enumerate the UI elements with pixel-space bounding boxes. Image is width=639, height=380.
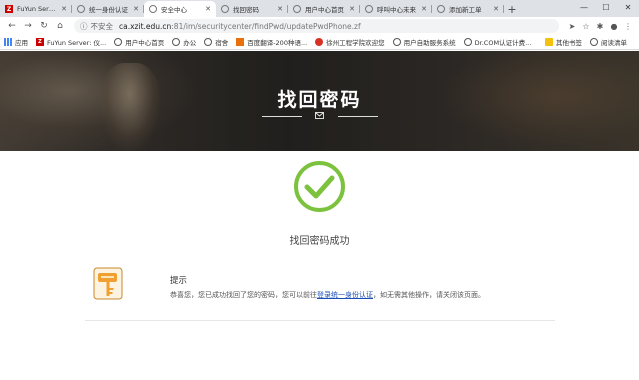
globe-icon bbox=[221, 5, 229, 13]
bookmark-drcom[interactable]: Dr.COM认证计费... bbox=[463, 37, 532, 47]
tab-label: 找回密码 bbox=[233, 6, 259, 14]
tip-title: 提示 bbox=[170, 276, 188, 286]
maximize-icon[interactable]: ☐ bbox=[595, 0, 617, 14]
tab-label: 添加新工单 bbox=[449, 6, 482, 14]
login-sso-link[interactable]: 登录统一身份认证 bbox=[317, 291, 373, 299]
reading-list-icon bbox=[590, 38, 598, 46]
z-icon: Z bbox=[5, 5, 13, 13]
globe-icon bbox=[149, 5, 157, 13]
bookmark-label: 徐州工程学院欢迎您 bbox=[326, 39, 385, 47]
globe-icon bbox=[204, 38, 213, 46]
bookmark-xzit[interactable]: 徐州工程学院欢迎您 bbox=[315, 37, 385, 47]
tab-strip: Z FuYun Server: ✕ 统一身份认证 ✕ 安全中心 ✕ 找回密码 ✕… bbox=[0, 0, 639, 17]
header-banner: 找回密码 bbox=[0, 51, 639, 151]
url-host: ca.xzit.edu.cn bbox=[119, 21, 172, 31]
tip-text: 恭喜您，您已成功找回了您的密码，您可以前往登录统一身份认证，如无需其他操作，请关… bbox=[170, 290, 485, 300]
address-bar[interactable]: ⓘ 不安全 ca.xzit.edu.cn :81/im/securitycent… bbox=[74, 19, 559, 33]
globe-icon bbox=[293, 5, 301, 13]
bookmark-reading-list[interactable]: 阅读清单 bbox=[590, 37, 627, 47]
school-icon bbox=[315, 38, 324, 46]
tab-new-ticket[interactable]: 添加新工单 ✕ bbox=[432, 1, 504, 17]
close-window-icon[interactable]: ✕ bbox=[617, 0, 639, 14]
z-icon: Z bbox=[36, 38, 44, 46]
bookmark-label: 用户自助服务系统 bbox=[403, 39, 456, 47]
apps-grid-icon bbox=[4, 38, 12, 46]
globe-icon bbox=[365, 5, 373, 13]
star-icon[interactable]: ☆ bbox=[579, 18, 593, 34]
envelope-icon bbox=[315, 112, 324, 119]
bookmark-label: Dr.COM认证计费... bbox=[474, 39, 532, 47]
minimize-icon[interactable]: — bbox=[573, 0, 595, 14]
bookmark-fuyun[interactable]: Z FuYun Server: 仪... bbox=[36, 37, 106, 47]
drcom-icon bbox=[463, 38, 472, 46]
folder-icon bbox=[545, 38, 553, 46]
url-path: :81/im/securitycenter/findPwd/updatePwdP… bbox=[171, 21, 361, 31]
bookmark-dorm[interactable]: 宿舍 bbox=[204, 37, 228, 47]
tab-label: 呼叫中心未来 bbox=[377, 6, 416, 14]
bookmark-self-service[interactable]: 用户自助服务系统 bbox=[392, 37, 456, 47]
bookmark-label: 其他书签 bbox=[556, 39, 582, 47]
tip-text-after: ，如无需其他操作，请关闭该页面。 bbox=[373, 291, 485, 299]
new-tab-button[interactable]: + bbox=[504, 1, 520, 17]
success-message: 找回密码成功 bbox=[289, 236, 350, 247]
send-icon[interactable]: ➤ bbox=[565, 18, 579, 34]
bookmark-label: 办公 bbox=[183, 39, 197, 47]
browser-toolbar: ← → ↻ ⌂ ⓘ 不安全 ca.xzit.edu.cn :81/im/secu… bbox=[0, 17, 639, 35]
tab-call-center[interactable]: 呼叫中心未来 ✕ bbox=[360, 1, 432, 17]
tab-unified-auth[interactable]: 统一身份认证 ✕ bbox=[72, 1, 144, 17]
tip-text-before: 恭喜您，您已成功找回了您的密码，您可以前往 bbox=[170, 291, 317, 299]
home-icon[interactable]: ⌂ bbox=[52, 18, 68, 34]
bookmark-label: 用户中心首页 bbox=[125, 39, 165, 47]
tab-label: 用户中心首页 bbox=[305, 6, 344, 14]
globe-icon bbox=[77, 5, 85, 13]
globe-icon bbox=[392, 38, 401, 46]
back-icon[interactable]: ← bbox=[4, 18, 20, 34]
tab-label: FuYun Server: bbox=[17, 5, 59, 13]
bookmark-label: 应用 bbox=[15, 39, 28, 47]
divider bbox=[338, 116, 378, 117]
tab-label: 安全中心 bbox=[161, 6, 187, 14]
close-icon[interactable]: ✕ bbox=[205, 5, 211, 13]
tab-label: 统一身份认证 bbox=[89, 6, 128, 14]
globe-icon bbox=[172, 38, 181, 46]
bookmark-office[interactable]: 办公 bbox=[172, 37, 196, 47]
bookmark-baidu-translate[interactable]: 百度翻译-200种语... bbox=[236, 37, 307, 47]
tab-fuyun[interactable]: Z FuYun Server: ✕ bbox=[0, 1, 72, 17]
globe-icon bbox=[114, 38, 123, 46]
bookmark-label: 宿舍 bbox=[215, 39, 229, 47]
window-controls: — ☐ ✕ bbox=[573, 0, 639, 14]
divider bbox=[262, 116, 302, 117]
bookmark-user-center[interactable]: 用户中心首页 bbox=[114, 37, 164, 47]
bookmark-label: FuYun Server: 仪... bbox=[47, 39, 107, 47]
reload-icon[interactable]: ↻ bbox=[36, 18, 52, 34]
security-label: 不安全 bbox=[90, 21, 114, 31]
warning-icon[interactable]: ⓘ bbox=[80, 21, 88, 32]
translate-icon bbox=[236, 38, 245, 46]
tab-user-center[interactable]: 用户中心首页 ✕ bbox=[288, 1, 360, 17]
forward-icon[interactable]: → bbox=[20, 18, 36, 34]
tab-security-center[interactable]: 安全中心 ✕ bbox=[144, 1, 216, 17]
key-icon bbox=[93, 267, 123, 300]
check-circle-icon bbox=[294, 161, 345, 212]
close-icon[interactable]: ✕ bbox=[421, 5, 427, 13]
close-icon[interactable]: ✕ bbox=[493, 5, 499, 13]
bookmark-label: 百度翻译-200种语... bbox=[247, 39, 308, 47]
bookmark-label: 阅读清单 bbox=[601, 39, 627, 47]
close-icon[interactable]: ✕ bbox=[349, 5, 355, 13]
page-title: 找回密码 bbox=[277, 89, 362, 111]
bookmark-other[interactable]: 其他书签 bbox=[545, 37, 582, 47]
tab-find-password[interactable]: 找回密码 ✕ bbox=[216, 1, 288, 17]
divider bbox=[85, 320, 555, 321]
globe-icon bbox=[437, 5, 445, 13]
extensions-icon[interactable]: ✱ bbox=[593, 18, 607, 34]
page-content: 找回密码 找回密码成功 提示 恭喜您，您已成功找回了您的密码，您可以前往登录统一… bbox=[0, 51, 639, 380]
bookmarks-bar: 应用 Z FuYun Server: 仪... 用户中心首页 办公 宿舍 百度翻译… bbox=[0, 35, 639, 50]
bookmark-apps[interactable]: 应用 bbox=[4, 37, 28, 47]
close-icon[interactable]: ✕ bbox=[277, 5, 283, 13]
menu-icon[interactable]: ⋮ bbox=[621, 18, 635, 34]
close-icon[interactable]: ✕ bbox=[133, 5, 139, 13]
close-icon[interactable]: ✕ bbox=[61, 5, 67, 13]
profile-icon[interactable]: ● bbox=[607, 18, 621, 34]
